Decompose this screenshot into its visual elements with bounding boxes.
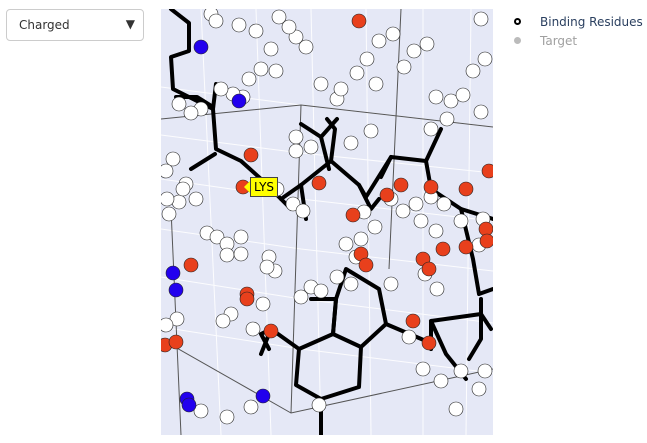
- molecule-bonds: [169, 9, 493, 435]
- molecule-scene[interactable]: [161, 9, 493, 435]
- molecule-3d-plot[interactable]: [161, 9, 493, 435]
- atoms-red: [161, 13, 493, 353]
- circle-icon: [514, 18, 521, 25]
- scene-grid: [161, 9, 493, 435]
- residue-filter-dropdown[interactable]: Charged ▼: [6, 9, 144, 41]
- dropdown-selected-value: Charged: [19, 18, 70, 32]
- hover-label: LYS: [243, 177, 279, 197]
- circle-icon: [514, 37, 521, 44]
- legend-label: Target: [540, 34, 578, 48]
- chevron-down-icon[interactable]: ▼: [126, 17, 135, 31]
- legend-label: Binding Residues: [540, 15, 643, 29]
